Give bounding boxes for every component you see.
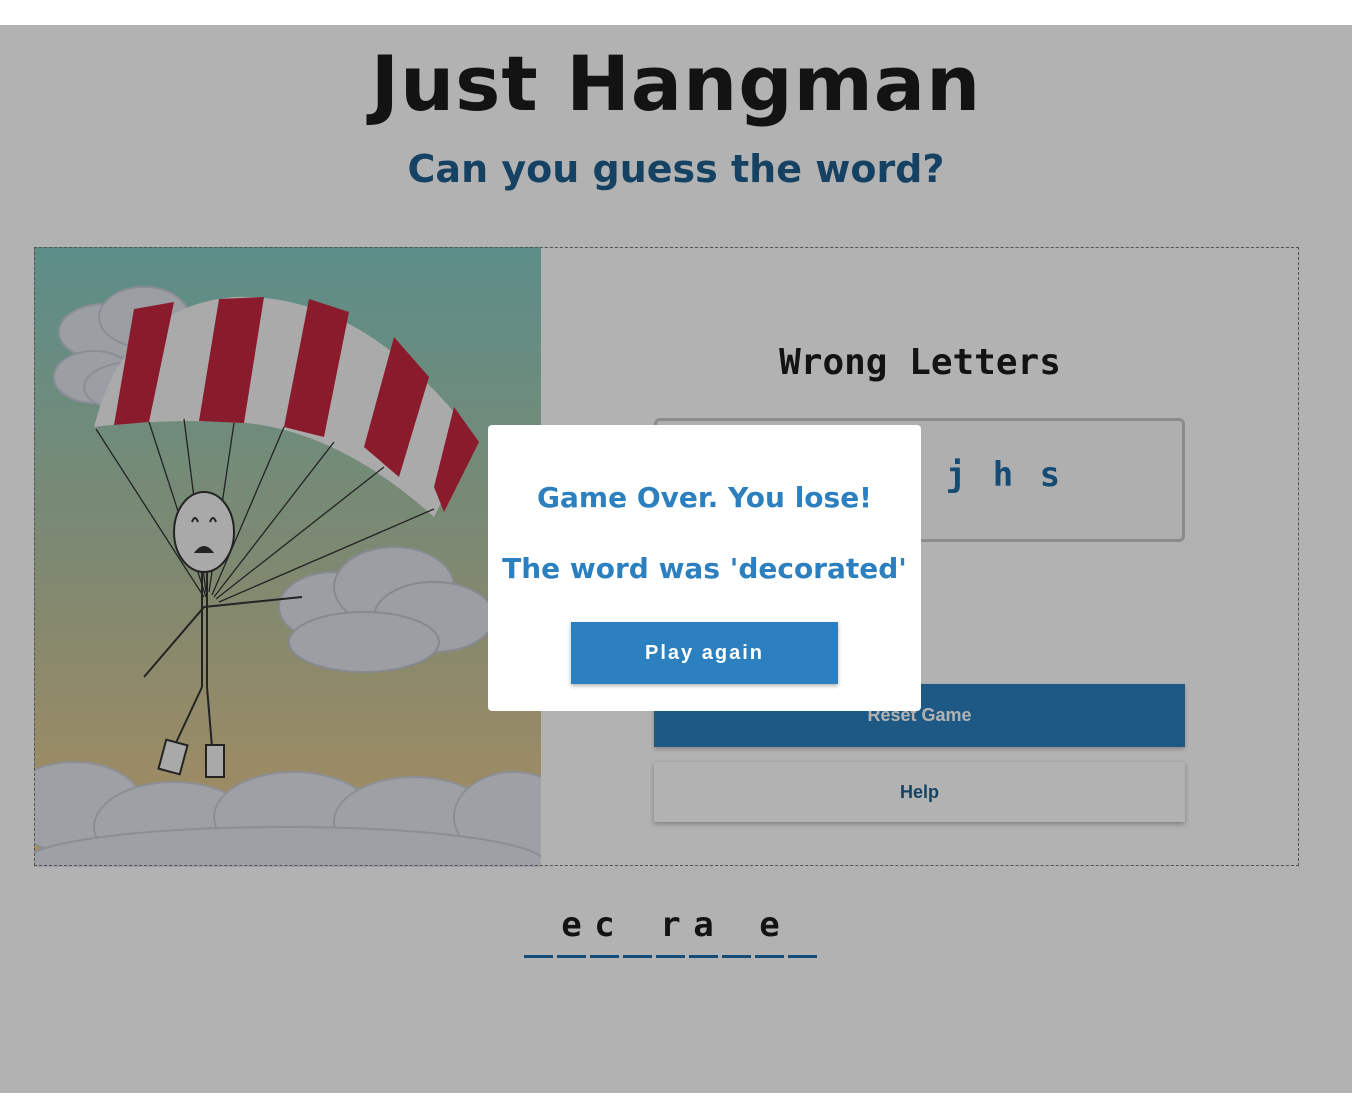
play-again-button[interactable]: Play again [571,622,838,684]
word-reveal-message: The word was 'decorated' [502,552,907,585]
game-over-modal: Game Over. You lose! The word was 'decor… [488,425,921,711]
game-page: Just Hangman Can you guess the word? Wro… [0,25,1352,1093]
game-over-message: Game Over. You lose! [537,481,872,514]
